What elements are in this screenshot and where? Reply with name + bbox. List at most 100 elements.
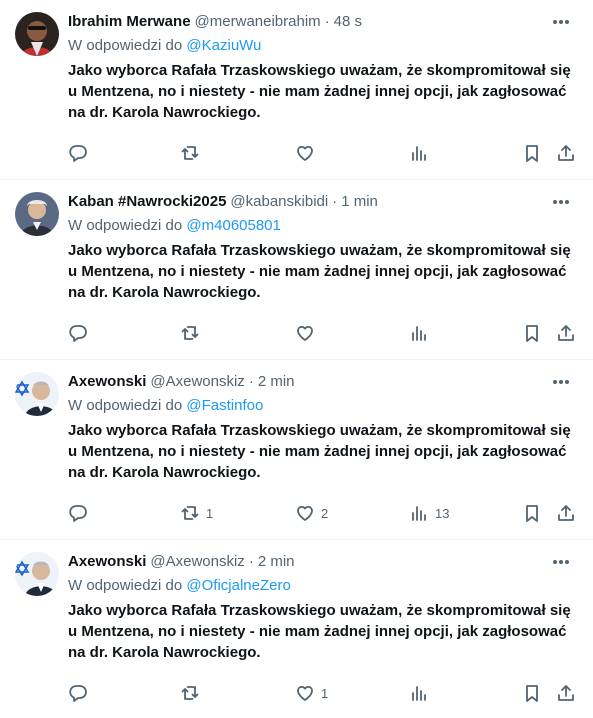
- views-chart-icon: [412, 506, 426, 521]
- views-chart-icon: [412, 686, 426, 701]
- reply-icon: [69, 505, 87, 522]
- views-count: 13: [435, 505, 450, 521]
- views-button[interactable]: [409, 142, 435, 164]
- separator-dot: ·: [332, 192, 338, 210]
- more-icon: [553, 560, 569, 564]
- bookmark-icon: [526, 505, 538, 522]
- share-icon: [558, 325, 574, 341]
- tweet-text: Jako wyborca Rafała Trzaskowskiego uważa…: [68, 62, 571, 121]
- tweet-actions: 1: [68, 682, 580, 704]
- reply-mention-link[interactable]: @OficjalneZero: [186, 577, 290, 594]
- more-icon: [553, 380, 569, 384]
- reply-prefix: W odpowiedzi do: [68, 577, 183, 594]
- tweet-feed: Ibrahim Merwane @merwaneibrahim · 48 s W…: [0, 0, 593, 718]
- replying-to: W odpowiedzi do @OficjalneZero: [68, 575, 579, 597]
- retweet-icon: [181, 146, 199, 160]
- user-handle[interactable]: @kabanskibidi: [230, 193, 328, 210]
- replying-to: W odpowiedzi do @m40605801: [68, 215, 579, 237]
- like-button[interactable]: [295, 322, 321, 344]
- separator-dot: ·: [248, 552, 254, 570]
- separator-dot: ·: [248, 372, 254, 390]
- share-button[interactable]: [556, 682, 576, 704]
- bookmark-icon: [526, 685, 538, 702]
- bookmark-button[interactable]: [522, 142, 542, 164]
- tweet-actions: [68, 322, 580, 344]
- tweet[interactable]: Axewonski @Axewonskiz · 2 min W odpowied…: [0, 360, 593, 540]
- reply-icon: [69, 325, 87, 342]
- reply-button[interactable]: [68, 502, 88, 524]
- reply-icon: [69, 685, 87, 702]
- timestamp[interactable]: 2 min: [258, 553, 295, 570]
- tweet[interactable]: Ibrahim Merwane @merwaneibrahim · 48 s W…: [0, 0, 593, 180]
- reply-button[interactable]: [68, 322, 88, 344]
- reply-button[interactable]: [68, 682, 88, 704]
- timestamp[interactable]: 48 s: [334, 13, 362, 30]
- views-chart-icon: [412, 326, 426, 341]
- share-button[interactable]: [556, 502, 576, 524]
- retweet-button[interactable]: 1: [180, 502, 213, 524]
- bookmark-button[interactable]: [522, 502, 542, 524]
- user-handle[interactable]: @Axewonskiz: [150, 553, 244, 570]
- tweet[interactable]: Kaban #Nawrocki2025 @kabanskibidi · 1 mi…: [0, 180, 593, 360]
- views-chart-icon: [412, 146, 426, 161]
- display-name[interactable]: Axewonski: [68, 553, 146, 570]
- reply-mention-link[interactable]: @Fastinfoo: [186, 397, 263, 414]
- share-icon: [558, 505, 574, 521]
- tweet[interactable]: Axewonski @Axewonskiz · 2 min W odpowied…: [0, 540, 593, 718]
- reply-prefix: W odpowiedzi do: [68, 37, 183, 54]
- share-button[interactable]: [556, 322, 576, 344]
- retweet-button[interactable]: [180, 682, 206, 704]
- heart-icon: [297, 505, 313, 521]
- share-button[interactable]: [556, 142, 576, 164]
- display-name[interactable]: Ibrahim Merwane: [68, 13, 191, 30]
- reply-button[interactable]: [68, 142, 88, 164]
- bookmark-icon: [526, 145, 538, 162]
- share-icon: [558, 145, 574, 161]
- reply-mention-link[interactable]: @m40605801: [186, 217, 280, 234]
- user-handle[interactable]: @merwaneibrahim: [195, 13, 321, 30]
- avatar[interactable]: [15, 552, 59, 596]
- replying-to: W odpowiedzi do @KaziuWu: [68, 35, 579, 57]
- views-button[interactable]: [409, 322, 435, 344]
- display-name[interactable]: Axewonski: [68, 373, 146, 390]
- reply-prefix: W odpowiedzi do: [68, 397, 183, 414]
- retweet-button[interactable]: [180, 142, 206, 164]
- display-name[interactable]: Kaban #Nawrocki2025: [68, 193, 226, 210]
- timestamp[interactable]: 1 min: [341, 193, 378, 210]
- reply-icon: [69, 145, 87, 162]
- like-button[interactable]: [295, 142, 321, 164]
- tweet-text: Jako wyborca Rafała Trzaskowskiego uważa…: [68, 422, 571, 481]
- share-icon: [558, 685, 574, 701]
- retweet-icon: [181, 506, 199, 520]
- avatar[interactable]: [15, 372, 59, 416]
- avatar[interactable]: [15, 12, 59, 56]
- like-button[interactable]: 2: [295, 502, 328, 524]
- bookmark-button[interactable]: [522, 322, 542, 344]
- tweet-text: Jako wyborca Rafała Trzaskowskiego uważa…: [68, 602, 571, 661]
- tweet-text: Jako wyborca Rafała Trzaskowskiego uważa…: [68, 242, 571, 301]
- heart-icon: [297, 685, 313, 701]
- more-options-button[interactable]: [549, 552, 573, 572]
- bookmark-button[interactable]: [522, 682, 542, 704]
- tweet-actions: 1 2 13: [68, 502, 580, 524]
- like-button[interactable]: 1: [295, 682, 328, 704]
- more-options-button[interactable]: [549, 12, 573, 32]
- heart-icon: [297, 145, 313, 161]
- more-options-button[interactable]: [549, 372, 573, 392]
- timestamp[interactable]: 2 min: [258, 373, 295, 390]
- reply-prefix: W odpowiedzi do: [68, 217, 183, 234]
- avatar[interactable]: [15, 192, 59, 236]
- retweet-button[interactable]: [180, 322, 206, 344]
- more-icon: [553, 20, 569, 24]
- more-options-button[interactable]: [549, 192, 573, 212]
- tweet-actions: [68, 142, 580, 164]
- bookmark-icon: [526, 325, 538, 342]
- replying-to: W odpowiedzi do @Fastinfoo: [68, 395, 579, 417]
- retweet-count: 1: [206, 505, 214, 521]
- heart-icon: [297, 325, 313, 341]
- views-button[interactable]: 13: [409, 502, 449, 524]
- views-button[interactable]: [409, 682, 435, 704]
- user-handle[interactable]: @Axewonskiz: [150, 373, 244, 390]
- separator-dot: ·: [324, 12, 330, 30]
- reply-mention-link[interactable]: @KaziuWu: [186, 37, 261, 54]
